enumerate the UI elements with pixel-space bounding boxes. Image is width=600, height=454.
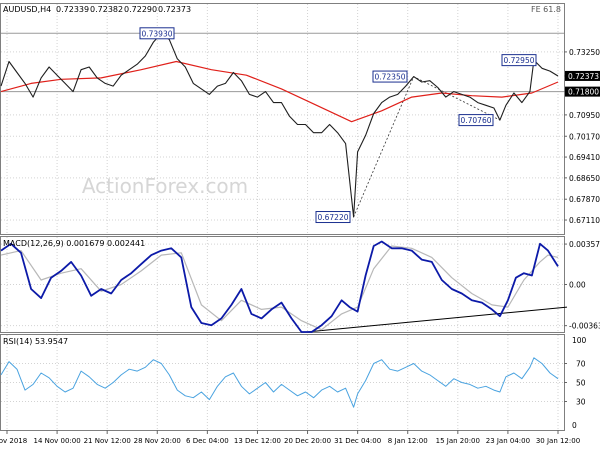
y-tick-label: 0.67110 — [569, 216, 600, 225]
price-annotation-label: 0.73930 — [141, 29, 172, 38]
price-annotation-label: 0.72350 — [374, 73, 405, 82]
last-price-tag-label: 0.72373 — [568, 72, 599, 81]
y-tick-label: 100 — [572, 336, 587, 345]
chart-root: ActionForex.com 0.73930 0.72350 0.72950 0.7… — [0, 0, 600, 450]
watermark-layer: ActionForex.com — [82, 174, 248, 198]
x-tick-label: 30 Jan 12:00 — [536, 437, 580, 445]
chart-svg: ActionForex.com 0.73930 0.72350 0.72950 0.7… — [0, 3, 600, 445]
price-header-high: 0.72382 — [90, 5, 123, 14]
macd-header-label: MACD(12,26,9) 0.001679 0.002441 — [3, 239, 145, 248]
y-tick-label: 0.003575 — [569, 240, 600, 249]
y-tick-label: 0.68650 — [569, 174, 600, 183]
y-tick-label: 0.00 — [569, 281, 586, 290]
x-tick-label: 20 Dec 20:00 — [284, 437, 331, 445]
x-tick-label: 15 Jan 20:00 — [436, 437, 480, 445]
x-tick-label: 6 Nov 2018 — [0, 437, 27, 445]
y-tick-label: 30 — [576, 398, 586, 407]
x-tick-label: 14 Nov 00:00 — [33, 437, 80, 445]
x-tick-label: 13 Dec 12:00 — [234, 437, 281, 445]
price-header-symbol: AUDUSD,H4 — [3, 5, 51, 14]
watermark-text: ActionForex.com — [82, 174, 248, 198]
price-annotation-label: 0.70760 — [460, 116, 491, 125]
y-tick-label: 0 — [572, 421, 577, 430]
x-tick-label: 28 Nov 20:00 — [134, 437, 181, 445]
y-tick-label: -0.003639 — [569, 322, 600, 331]
y-tick-label: 0.69410 — [569, 153, 600, 162]
y-tick-label: 0.70170 — [569, 132, 600, 141]
y-tick-label: 0.67870 — [569, 195, 600, 204]
price-annotation-label: 0.67220 — [317, 213, 348, 222]
y-tick-label: 0.70950 — [569, 111, 600, 120]
price-header-low: 0.72290 — [124, 5, 157, 14]
price-header-close: 0.72373 — [158, 5, 191, 14]
y-tick-label: 0.73250 — [569, 48, 600, 57]
price-annotation-label: 0.72950 — [503, 56, 534, 65]
x-tick-label: 6 Dec 04:00 — [186, 437, 229, 445]
support-price-tag-label: 0.71800 — [568, 88, 599, 97]
x-tick-label: 8 Jan 12:00 — [388, 437, 428, 445]
rsi-header-label: RSI(14) 53.9547 — [3, 337, 68, 346]
x-tick-label: 21 Nov 12:00 — [84, 437, 131, 445]
x-tick-label: 31 Dec 04:00 — [334, 437, 381, 445]
x-tick-label: 23 Jan 04:00 — [486, 437, 530, 445]
fib-label: FE 61.8 — [531, 5, 561, 14]
y-tick-label: 50 — [576, 379, 586, 388]
price-header-open: 0.72339 — [56, 5, 89, 14]
y-tick-label: 70 — [576, 360, 586, 369]
